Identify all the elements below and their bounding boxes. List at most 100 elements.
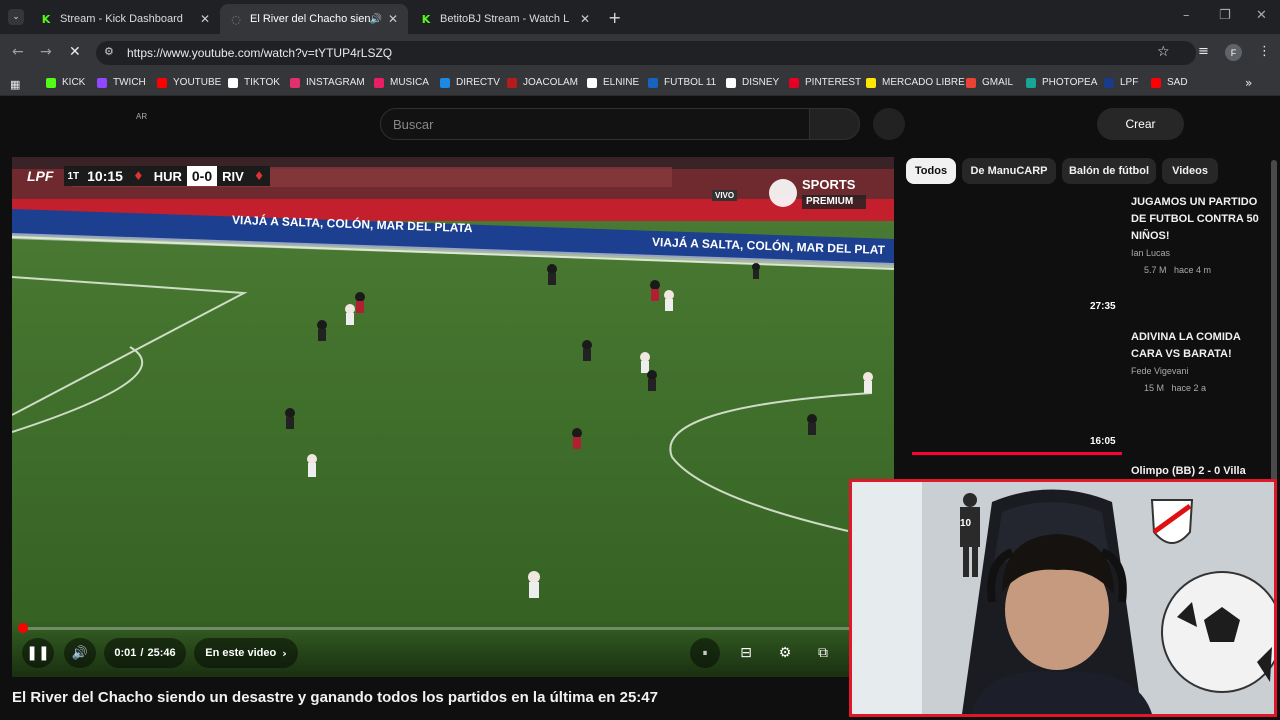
bookmarks-overflow-icon[interactable]: » [1245,76,1252,90]
bookmark-label: DIRECTV [456,77,500,88]
close-icon[interactable]: ✕ [580,12,590,26]
bookmark-gmail[interactable]: GMAIL [966,77,1013,88]
tab-title: BetitoBJ Stream - Watch Live o [440,13,570,25]
bookmark-futbol-11[interactable]: FUTBOL 11 [648,77,716,88]
menu-icon[interactable]: ⋮ [1258,44,1271,59]
chapters-button[interactable]: En este video › [194,638,298,668]
tab-kick-dashboard[interactable]: K Stream - Kick Dashboard ✕ [30,4,220,34]
url-text[interactable]: https://www.youtube.com/watch?v=tYTUP4rL… [127,46,392,60]
media-controls-icon[interactable]: ≡ [1198,44,1209,59]
bookmark-label: PHOTOPEA [1042,77,1098,88]
voice-search-button[interactable] [873,108,905,140]
bookmark-mercado-libre[interactable]: MERCADO LIBRE [866,77,965,88]
volume-button[interactable]: 🔊 [64,638,96,668]
chapters-label: En este video [205,647,277,659]
forward-icon[interactable]: → [40,44,52,60]
bookmark-label: LPF [1120,77,1139,88]
bookmark-elnine[interactable]: ELNINE [587,77,639,88]
league-label: LPF [27,168,54,184]
minimize-icon[interactable]: – [1183,8,1190,23]
progress-scrubber[interactable] [18,623,28,633]
close-icon[interactable]: ✕ [200,12,210,26]
wall-art-number: 10 [960,518,972,529]
apps-grid-icon[interactable]: ▦ [10,78,20,91]
bookmark-instagram[interactable]: INSTAGRAM [290,77,365,88]
search-button[interactable] [809,108,860,140]
home-crest-icon: ♦ [127,166,149,186]
speaker-icon[interactable]: 🔊 [370,14,382,25]
site-info-icon[interactable]: ⚙ [104,45,114,58]
pause-button[interactable]: ❚❚ [22,638,54,668]
tab-youtube-video[interactable]: ◌ El River del Chacho siendo 🔊 ✕ [220,4,408,34]
sidebar-scrollbar[interactable] [1271,160,1277,490]
bookmark-tiktok[interactable]: TIKTOK [228,77,280,88]
bookmark-label: YOUTUBE [173,77,222,88]
recommendation-channel[interactable]: Ian Lucas [1131,248,1170,258]
recommendation-meta: 5.7 M hace 4 m [1144,265,1212,275]
autoplay-toggle[interactable]: ⏸ [690,638,720,668]
stop-loading-icon[interactable]: ✕ [69,44,81,60]
bookmark-lpf[interactable]: LPF [1104,77,1138,88]
tab-kick-stream[interactable]: K BetitoBJ Stream - Watch Live o ✕ [410,4,600,34]
window-close-icon[interactable]: ✕ [1256,8,1267,23]
duration-badge: 27:35 [1090,301,1116,312]
bookmark-favicon-icon [46,77,56,88]
search-input[interactable]: Buscar [380,108,810,140]
recommendation-title[interactable]: ADIVINA LA COMIDA CARA VS BARATA! [1131,329,1261,363]
tab-title: Stream - Kick Dashboard [60,13,183,25]
bookmark-kick[interactable]: KICK [46,77,85,88]
bookmark-twich[interactable]: TWICH [97,77,146,88]
bookmark-label: FUTBOL 11 [664,77,717,88]
video-player[interactable]: VIAJÁ A SALTA, COLÓN, MAR DEL PLATA VIAJ… [12,157,894,677]
away-team: RIV [217,166,249,186]
recommendation-channel[interactable]: Fede Vigevani [1131,366,1188,376]
chevron-right-icon: › [282,646,287,660]
new-tab-button[interactable]: + [608,8,621,27]
bookmark-favicon-icon [1026,77,1036,88]
back-icon[interactable]: ← [12,44,24,60]
close-icon[interactable]: ✕ [388,12,398,26]
pause-icon: ❚❚ [26,645,50,661]
bookmark-youtube[interactable]: YOUTUBE [157,77,221,88]
webcam-feed [852,482,1274,714]
chip-de-manucarp[interactable]: De ManuCARP [962,158,1056,184]
watched-progress-bar [912,452,1122,455]
scorebug: LPF 1T 10:15 ♦ HUR 0-0 RIV ♦ [22,166,270,186]
bookmark-label: JOACOLAM [523,77,579,88]
recommendation-title[interactable]: JUGAMOS UN PARTIDO DE FUTBOL CONTRA 50 N… [1131,194,1261,245]
bookmark-favicon-icon [966,77,976,88]
bookmark-label: SAD [1167,77,1188,88]
broadcaster-premium: PREMIUM [806,196,854,207]
profile-avatar[interactable]: F [1225,44,1242,61]
bookmark-musica[interactable]: MUSICA [374,77,429,88]
bookmark-favicon-icon [374,77,384,88]
chip-todos[interactable]: Todos [906,158,956,184]
progress-bar[interactable] [22,627,884,630]
subtitles-icon[interactable]: ⊟ [735,643,757,663]
bookmark-label: GMAIL [982,77,1014,88]
bookmark-disney[interactable]: DISNEY [726,77,779,88]
recommendation-meta: 15 M hace 2 a [1144,383,1207,393]
create-button[interactable]: Crear [1097,108,1184,140]
chip-balon-de-futbol[interactable]: Balón de fútbol [1062,158,1156,184]
bookmark-directv[interactable]: DIRECTV [440,77,500,88]
restore-icon[interactable]: ❐ [1219,8,1231,23]
bookmark-joacolam[interactable]: JOACOLAM [507,77,578,88]
bookmark-pinterest[interactable]: PINTEREST [789,77,861,88]
bookmark-photopea[interactable]: PHOTOPEA [1026,77,1097,88]
bookmark-star-icon[interactable]: ☆ [1157,44,1170,60]
duration-badge: 16:05 [1090,436,1116,447]
bookmark-favicon-icon [507,77,517,88]
bookmark-label: MERCADO LIBRE [882,77,965,88]
recommendation-thumbnail[interactable] [912,196,1122,314]
bookmark-label: INSTAGRAM [306,77,365,88]
bookmark-sad[interactable]: SAD [1151,77,1188,88]
bookmark-favicon-icon [866,77,876,88]
chip-videos[interactable]: Videos [1162,158,1218,184]
broadcaster-name: SPORTS [802,177,856,192]
tab-search-icon[interactable]: ⌄ [8,9,24,25]
miniplayer-icon[interactable]: ⧉ [812,643,834,663]
settings-gear-icon[interactable]: ⚙ [774,643,796,663]
bookmark-favicon-icon [648,77,658,88]
recommendation-title[interactable]: Olimpo (BB) 2 - 0 Villa [1131,463,1261,480]
